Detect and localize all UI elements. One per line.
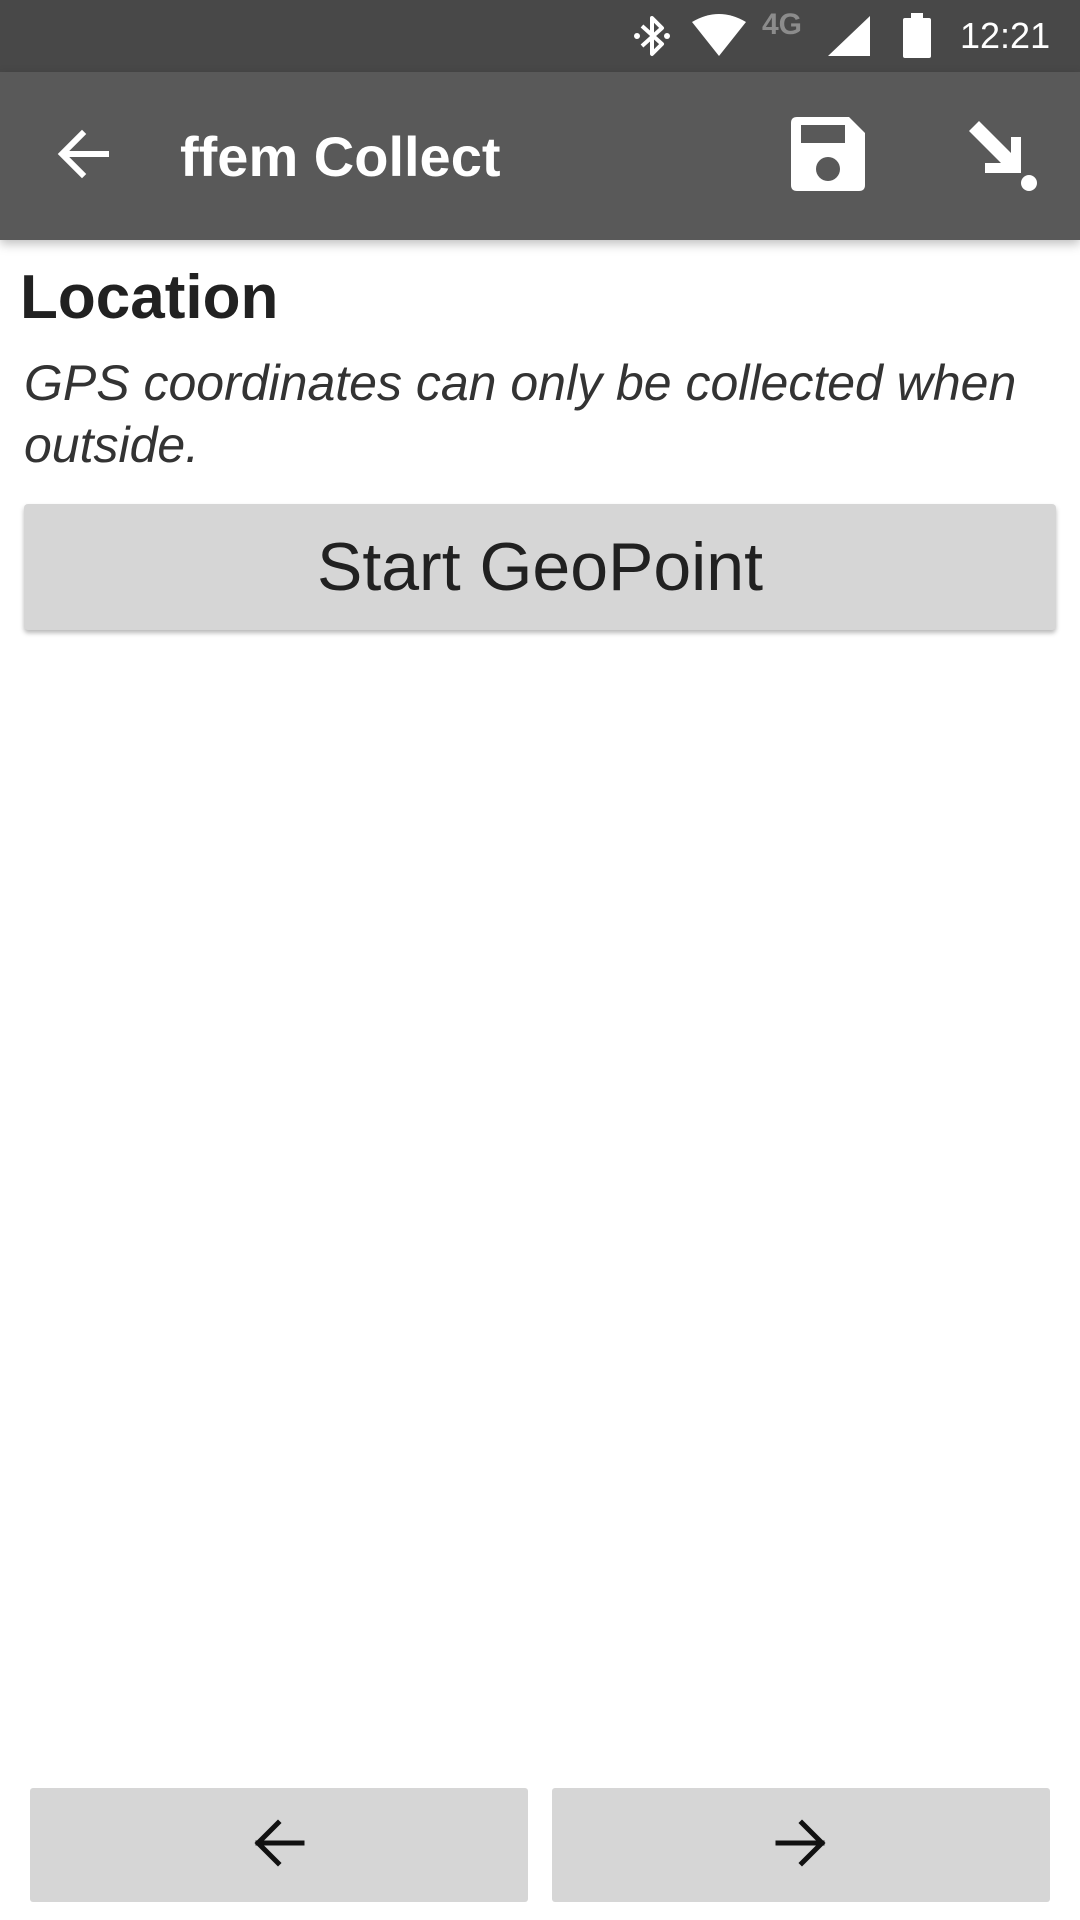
start-geopoint-button[interactable]: Start GeoPoint xyxy=(24,504,1056,630)
toolbar-title: ffem Collect xyxy=(180,124,501,188)
bluetooth-icon xyxy=(632,0,676,72)
question-hint: GPS coordinates can only be collected wh… xyxy=(24,355,1017,473)
form-screen: 4G 12:21 ffem Collect Location GPS coord… xyxy=(0,0,1080,1920)
save-icon xyxy=(791,116,865,196)
previous-question-button[interactable] xyxy=(30,1788,528,1902)
app-toolbar: ffem Collect xyxy=(0,72,1080,240)
wifi-icon xyxy=(690,0,748,72)
save-button[interactable] xyxy=(778,108,878,204)
arrow-right-icon xyxy=(774,1818,828,1873)
next-question-button[interactable] xyxy=(552,1788,1050,1902)
jump-to-question-button[interactable] xyxy=(952,108,1052,204)
clock-time: 12:21 xyxy=(960,15,1051,56)
back-arrow-icon xyxy=(56,126,112,187)
network-type-label: 4G xyxy=(762,8,803,41)
status-bar: 4G 12:21 xyxy=(0,0,1080,72)
back-button[interactable] xyxy=(36,108,132,204)
question-label: Location xyxy=(20,263,279,332)
battery-icon xyxy=(902,0,936,72)
cell-signal-icon xyxy=(826,0,876,72)
arrow-left-icon xyxy=(252,1818,306,1873)
jump-to-icon xyxy=(965,117,1039,196)
